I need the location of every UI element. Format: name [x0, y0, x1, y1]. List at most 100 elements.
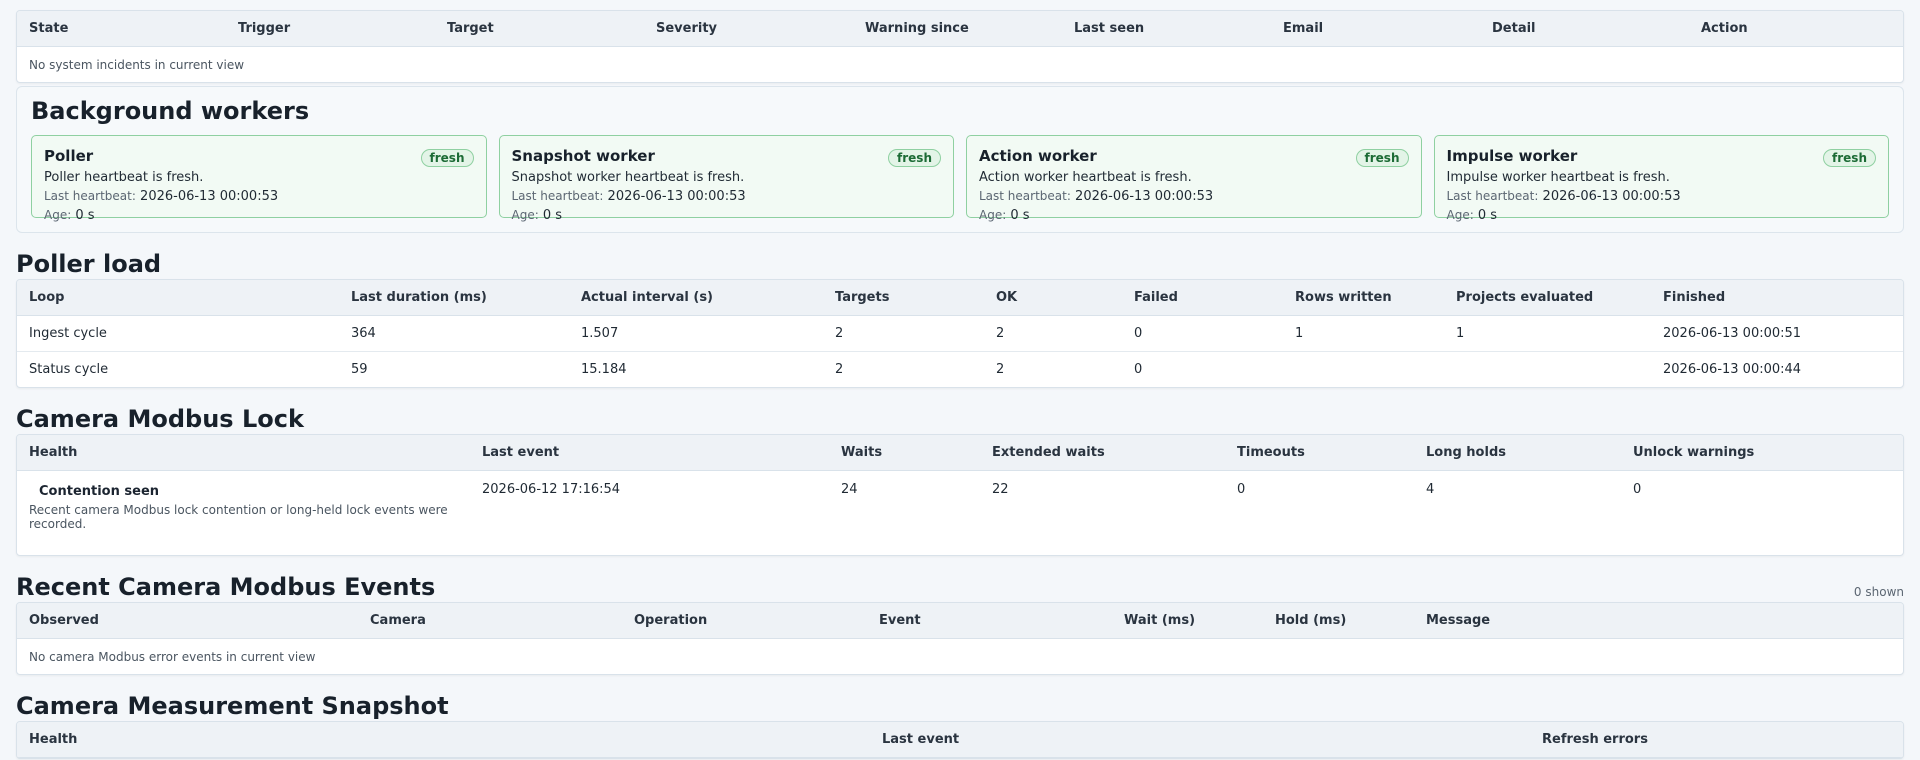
cell-actual-interval: 1.507: [569, 315, 823, 352]
empty-state-text: No camera Modbus error events in current…: [29, 649, 316, 664]
cell-failed: 0: [1134, 362, 1143, 377]
modbus-lock-table: Health Last event Waits Extended waits T…: [17, 435, 1903, 555]
table-row: Contention seen Recent camera Modbus loc…: [17, 471, 1903, 556]
col-actual-interval[interactable]: Actual interval (s): [569, 280, 823, 316]
col-rows-written[interactable]: Rows written: [1283, 280, 1444, 316]
cell-targets: 2: [835, 362, 844, 377]
result-count: 0 shown: [1853, 585, 1904, 599]
worker-card-impulse: Impulse worker fresh Impulse worker hear…: [1433, 135, 1889, 222]
col-failed[interactable]: Failed: [1122, 280, 1283, 316]
col-message[interactable]: Message: [1414, 603, 1903, 639]
col-health[interactable]: Health: [17, 722, 870, 758]
worker-name: Snapshot worker: [511, 147, 655, 165]
col-wait-ms[interactable]: Wait (ms): [1112, 603, 1263, 639]
col-operation[interactable]: Operation: [622, 603, 867, 639]
cell-last-duration: 59: [351, 362, 368, 377]
cell-timeouts: 0: [1237, 482, 1246, 497]
col-projects-evaluated[interactable]: Projects evaluated: [1444, 280, 1651, 316]
modbus-events-table: Observed Camera Operation Event Wait (ms…: [17, 603, 1903, 674]
section-header: Recent Camera Modbus Events 0 shown: [16, 573, 1904, 601]
section-title: Camera Measurement Snapshot: [16, 692, 449, 720]
cell-failed: 0: [1122, 315, 1283, 352]
poller-load-card: Loop Last duration (ms) Actual interval …: [16, 279, 1904, 388]
worker-card-poller: Poller fresh Poller heartbeat is fresh. …: [31, 135, 487, 222]
age-label: Age:: [1446, 208, 1474, 222]
col-last-seen[interactable]: Last seen: [1062, 11, 1271, 47]
incidents-table-card: State Trigger Target Severity Warning si…: [16, 10, 1904, 83]
section-title: Poller load: [16, 250, 162, 278]
col-email[interactable]: Email: [1271, 11, 1480, 47]
section-title: Camera Modbus Lock: [16, 405, 304, 433]
incidents-header-row: State Trigger Target Severity Warning si…: [17, 11, 1903, 47]
cell-targets: 2: [823, 315, 984, 352]
poller-header-row: Loop Last duration (ms) Actual interval …: [17, 280, 1903, 316]
cell-rows-written: [1283, 352, 1444, 388]
table-row: No camera Modbus error events in current…: [17, 639, 1903, 675]
measurement-snapshot-table: Health Last event Refresh errors: [17, 722, 1903, 758]
col-health[interactable]: Health: [17, 435, 470, 471]
col-finished[interactable]: Finished: [1651, 280, 1903, 316]
col-timeouts[interactable]: Timeouts: [1225, 435, 1414, 471]
status-badge: fresh: [1823, 149, 1876, 167]
col-observed[interactable]: Observed: [17, 603, 358, 639]
col-refresh-errors[interactable]: Refresh errors: [1530, 722, 1903, 758]
col-hold-ms[interactable]: Hold (ms): [1263, 603, 1414, 639]
modbus-lock-card: Health Last event Waits Extended waits T…: [16, 434, 1904, 556]
incidents-table: State Trigger Target Severity Warning si…: [17, 11, 1903, 82]
cell-ok: 2: [984, 315, 1122, 352]
cell-last-event: 2026-06-12 17:16:54: [482, 482, 621, 497]
col-action[interactable]: Action: [1689, 11, 1903, 47]
col-warning-since[interactable]: Warning since: [853, 11, 1062, 47]
cell-projects-evaluated: [1444, 352, 1651, 388]
cell-unlock-warnings: 0: [1633, 482, 1642, 497]
measurement-snapshot-card: Health Last event Refresh errors: [16, 721, 1904, 759]
cell-health: Contention seen Recent camera Modbus loc…: [17, 471, 470, 556]
worker-name: Action worker: [979, 147, 1097, 165]
worker-card-action: Action worker fresh Action worker heartb…: [966, 135, 1422, 222]
cell-ok: 2: [996, 362, 1005, 377]
cell-projects-evaluated: 1: [1444, 315, 1651, 352]
background-workers-panel: Background workers Poller fresh Poller h…: [16, 86, 1904, 233]
section-title: Background workers: [31, 97, 310, 125]
heartbeat-value: 2026-06-13 00:00:53: [607, 189, 746, 204]
heartbeat-value: 2026-06-13 00:00:53: [1075, 189, 1214, 204]
poller-load-table: Loop Last duration (ms) Actual interval …: [17, 280, 1903, 387]
age-value: 0 s: [542, 208, 563, 223]
cell-long-holds: 4: [1426, 482, 1435, 497]
col-last-duration[interactable]: Last duration (ms): [339, 280, 569, 316]
age-value: 0 s: [1010, 208, 1030, 223]
col-extended-waits[interactable]: Extended waits: [980, 435, 1225, 471]
col-detail[interactable]: Detail: [1480, 11, 1689, 47]
col-targets[interactable]: Targets: [823, 280, 984, 316]
col-unlock-warnings[interactable]: Unlock warnings: [1621, 435, 1903, 471]
worker-card-snapshot: Snapshot worker fresh Snapshot worker he…: [498, 135, 954, 222]
cell-loop: Status cycle: [29, 362, 109, 377]
cell-finished: 2026-06-13 00:00:51: [1651, 315, 1903, 352]
col-waits[interactable]: Waits: [829, 435, 980, 471]
col-long-holds[interactable]: Long holds: [1414, 435, 1621, 471]
age-value: 0 s: [1477, 208, 1498, 223]
col-severity[interactable]: Severity: [644, 11, 853, 47]
cell-extended-waits: 22: [992, 482, 1009, 497]
cell-finished: 2026-06-13 00:00:44: [1663, 362, 1802, 377]
age-label: Age:: [979, 208, 1007, 222]
heartbeat-label: Last heartbeat:: [44, 189, 136, 203]
empty-state-text: No system incidents in current view: [29, 57, 245, 72]
snapshot-header-row: Health Last event Refresh errors: [17, 722, 1903, 758]
col-ok[interactable]: OK: [984, 280, 1122, 316]
heartbeat-label: Last heartbeat:: [511, 189, 604, 203]
col-camera[interactable]: Camera: [358, 603, 622, 639]
col-event[interactable]: Event: [867, 603, 1112, 639]
col-trigger[interactable]: Trigger: [226, 11, 435, 47]
col-target[interactable]: Target: [435, 11, 644, 47]
worker-message: Action worker heartbeat is fresh.: [979, 170, 1192, 185]
modbus-events-card: Observed Camera Operation Event Wait (ms…: [16, 602, 1904, 675]
status-badge: fresh: [420, 149, 474, 167]
table-row: No system incidents in current view: [17, 47, 1903, 83]
col-last-event[interactable]: Last event: [870, 722, 1530, 758]
worker-message: Poller heartbeat is fresh.: [44, 170, 204, 185]
col-state[interactable]: State: [17, 11, 226, 47]
col-last-event[interactable]: Last event: [470, 435, 829, 471]
modbus-lock-header-row: Health Last event Waits Extended waits T…: [17, 435, 1903, 471]
col-loop[interactable]: Loop: [17, 280, 339, 316]
